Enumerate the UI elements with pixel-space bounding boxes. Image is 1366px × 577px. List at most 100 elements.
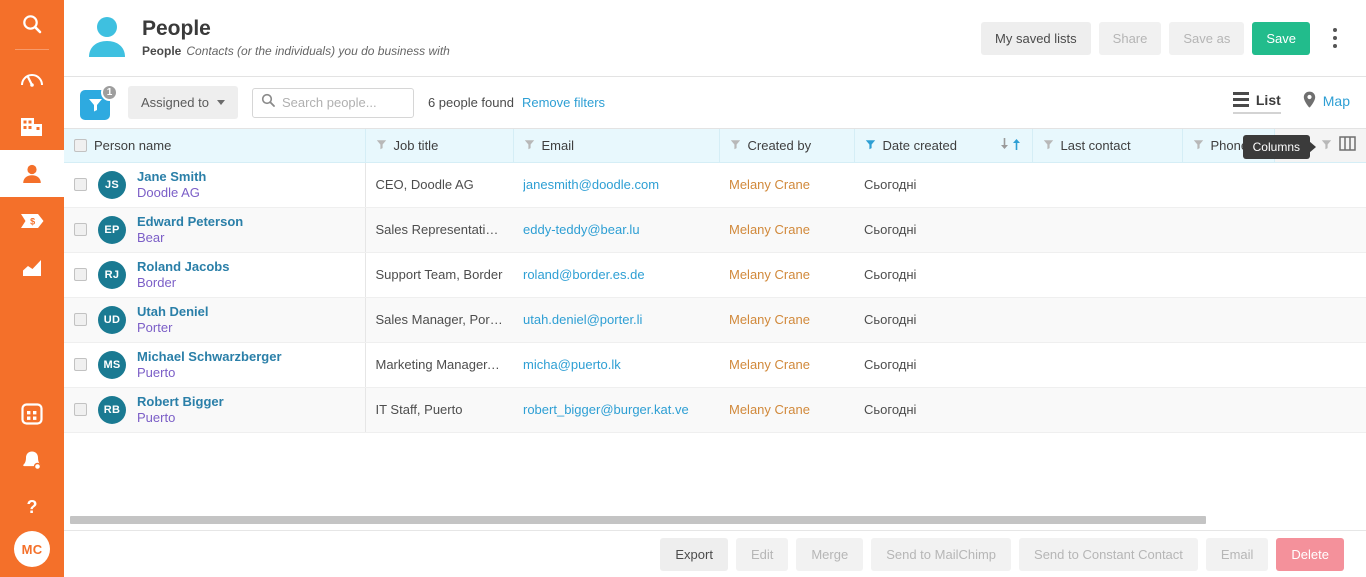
row-checkbox[interactable]	[74, 178, 87, 191]
job-title-text: Support Team, Border	[375, 267, 503, 282]
column-header-last-contact[interactable]: Last contact	[1032, 129, 1183, 163]
filter-funnel-icon[interactable]	[376, 138, 387, 153]
filter-funnel-icon[interactable]	[1321, 138, 1332, 153]
created-by-link[interactable]: Melany Crane	[729, 267, 844, 282]
person-name-link[interactable]: Utah Deniel	[137, 304, 209, 319]
search-people-field[interactable]	[251, 87, 414, 118]
table-head: Person name Job title Email Created by D…	[64, 129, 1366, 163]
row-checkbox[interactable]	[74, 358, 87, 371]
person-company-link[interactable]: Porter	[137, 320, 172, 335]
created-by-link[interactable]: Melany Crane	[729, 357, 844, 372]
row-checkbox[interactable]	[74, 223, 87, 236]
table-row[interactable]: RB Robert Bigger Puerto IT Staff, Puerto…	[64, 387, 1366, 433]
columns-tooltip: Columns	[1242, 135, 1310, 159]
filter-funnel-icon[interactable]	[1043, 138, 1054, 153]
page-header: People People Contacts (or the individual…	[64, 0, 1366, 77]
created-by-link[interactable]: Melany Crane	[729, 312, 844, 327]
columns-icon[interactable]	[1339, 136, 1356, 154]
scrollbar-thumb[interactable]	[70, 516, 1206, 524]
column-header-date-created[interactable]: Date created	[854, 129, 1033, 163]
avatar: JS	[98, 170, 126, 199]
table-row[interactable]: EP Edward Peterson Bear Sales Representa…	[64, 207, 1366, 253]
email-link[interactable]: micha@puerto.lk	[523, 357, 709, 372]
person-name-link[interactable]: Michael Schwarzberger	[137, 349, 282, 364]
column-header-job-title[interactable]: Job title	[365, 129, 514, 163]
filter-funnel-icon[interactable]	[730, 138, 741, 153]
assigned-to-label: Assigned to	[141, 95, 209, 110]
merge-button[interactable]: Merge	[796, 537, 864, 571]
column-header-person-name[interactable]: Person name	[64, 129, 366, 163]
sidebar-item-deals[interactable]: $	[0, 197, 64, 244]
sidebar-item-dashboard[interactable]	[0, 56, 64, 103]
avatar: RJ	[98, 260, 126, 289]
sidebar-item-notifications[interactable]	[0, 437, 64, 484]
person-name-link[interactable]: Roland Jacobs	[137, 259, 229, 274]
companies-icon	[19, 115, 45, 139]
filter-funnel-icon[interactable]	[524, 138, 535, 153]
sort-descending-icon[interactable]	[999, 137, 1010, 154]
remove-filters-link[interactable]: Remove filters	[522, 95, 605, 110]
select-all-checkbox[interactable]	[74, 138, 87, 152]
email-link[interactable]: roland@border.es.de	[523, 267, 709, 282]
sidebar-item-help[interactable]: ?	[0, 484, 64, 531]
delete-button[interactable]: Delete	[1276, 537, 1344, 571]
sidebar-item-search[interactable]	[0, 0, 64, 47]
horizontal-scrollbar[interactable]	[64, 510, 1366, 530]
email-link[interactable]: janesmith@doodle.com	[523, 177, 709, 192]
share-button[interactable]: Share	[1098, 21, 1162, 55]
sidebar-item-people[interactable]	[0, 150, 64, 197]
my-saved-lists-button[interactable]: My saved lists	[981, 21, 1091, 55]
save-button[interactable]: Save	[1252, 21, 1310, 55]
person-name-link[interactable]: Robert Bigger	[137, 394, 224, 409]
created-by-link[interactable]: Melany Crane	[729, 402, 844, 417]
person-name-link[interactable]: Jane Smith	[137, 169, 206, 184]
created-by-link[interactable]: Melany Crane	[729, 177, 844, 192]
view-tab-list[interactable]: List	[1232, 92, 1281, 114]
people-icon	[20, 162, 44, 186]
column-header-created-by[interactable]: Created by	[719, 129, 855, 163]
person-company-link[interactable]: Border	[137, 275, 176, 290]
row-checkbox[interactable]	[74, 313, 87, 326]
created-by-link[interactable]: Melany Crane	[729, 222, 844, 237]
search-input[interactable]	[281, 95, 405, 110]
person-company-link[interactable]: Bear	[137, 230, 164, 245]
sidebar-item-apps[interactable]	[0, 390, 64, 437]
table-row[interactable]: UD Utah Deniel Porter Sales Manager, Por…	[64, 297, 1366, 343]
email-button[interactable]: Email	[1205, 537, 1269, 571]
sidebar-user-avatar[interactable]: MC	[14, 531, 50, 567]
view-tab-map[interactable]: Map	[1303, 91, 1350, 115]
column-header-email[interactable]: Email	[513, 129, 720, 163]
person-company-link[interactable]: Puerto	[137, 410, 175, 425]
sidebar-item-reports[interactable]	[0, 244, 64, 291]
table-row[interactable]: MS Michael Schwarzberger Puerto Marketin…	[64, 342, 1366, 388]
table-row[interactable]: JS Jane Smith Doodle AG CEO, Doodle AG j…	[64, 162, 1366, 208]
save-as-button[interactable]: Save as	[1169, 21, 1245, 55]
cell-created-by: Melany Crane	[719, 342, 854, 388]
table-row[interactable]: RJ Roland Jacobs Border Support Team, Bo…	[64, 252, 1366, 298]
row-checkbox[interactable]	[74, 403, 87, 416]
date-created-text: Сьогодні	[864, 402, 917, 417]
scrollbar-track[interactable]	[70, 516, 1206, 524]
more-options-icon[interactable]	[1322, 21, 1348, 55]
cell-last-contact	[1032, 387, 1182, 433]
row-checkbox[interactable]	[74, 268, 87, 281]
send-to-constant-contact-button[interactable]: Send to Constant Contact	[1019, 537, 1198, 571]
sort-toggle[interactable]	[999, 137, 1022, 154]
export-button[interactable]: Export	[660, 537, 728, 571]
filter-funnel-icon-active[interactable]	[865, 138, 876, 153]
edit-button[interactable]: Edit	[735, 537, 789, 571]
email-link[interactable]: eddy-teddy@bear.lu	[523, 222, 709, 237]
date-created-text: Сьогодні	[864, 177, 917, 192]
send-to-mailchimp-button[interactable]: Send to MailChimp	[871, 537, 1012, 571]
sidebar-item-companies[interactable]	[0, 103, 64, 150]
email-link[interactable]: utah.deniel@porter.li	[523, 312, 709, 327]
filter-toggle-button[interactable]: 1	[80, 83, 118, 120]
date-created-text: Сьогодні	[864, 267, 917, 282]
email-link[interactable]: robert_bigger@burger.kat.ve	[523, 402, 709, 417]
person-company-link[interactable]: Doodle AG	[137, 185, 200, 200]
assigned-to-dropdown[interactable]: Assigned to	[128, 86, 238, 119]
person-name-link[interactable]: Edward Peterson	[137, 214, 243, 229]
sort-ascending-icon[interactable]	[1011, 137, 1022, 154]
person-company-link[interactable]: Puerto	[137, 365, 175, 380]
filter-funnel-icon[interactable]	[1193, 138, 1204, 153]
